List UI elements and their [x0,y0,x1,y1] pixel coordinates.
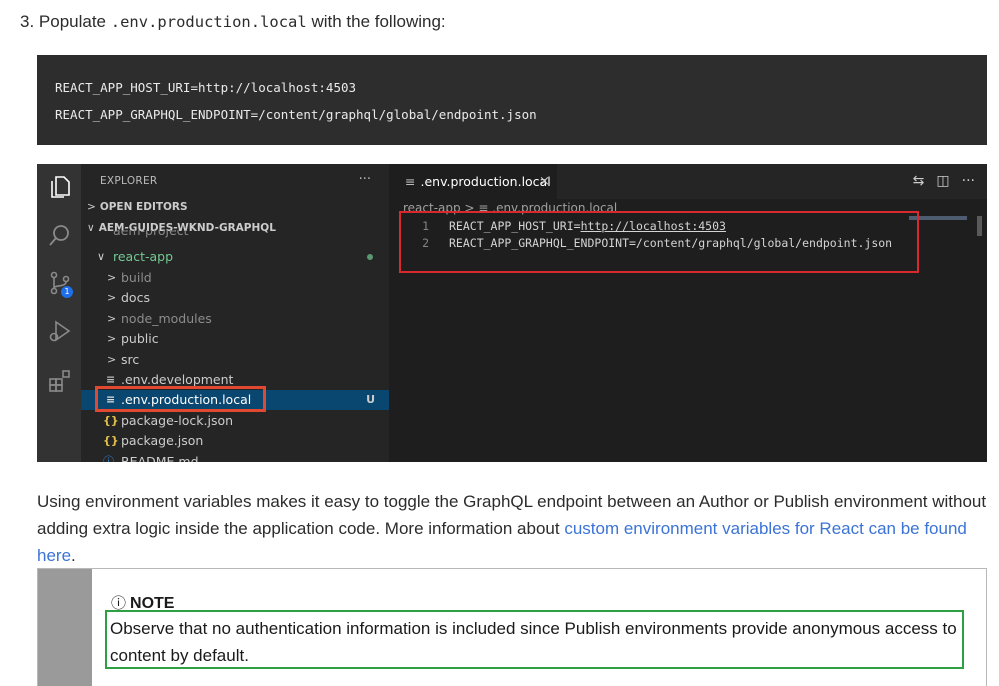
tree-item-public[interactable]: > public [81,329,389,349]
chevron-right-icon: > [107,291,117,304]
note-bar [38,569,92,686]
files-icon[interactable] [47,174,73,200]
tree-item-label: src [121,352,140,367]
tree-item-label: node_modules [121,311,212,326]
modified-dot-icon [367,254,373,260]
tree-item-label: package.json [121,433,204,448]
json-file-icon: {} [103,414,119,427]
json-file-icon: {} [103,434,119,447]
chevron-right-icon: > [107,353,117,366]
editor-highlight-box [399,211,919,273]
chevron-right-icon: > [87,201,96,213]
tree-item-label: package-lock.json [121,413,234,428]
tree-item-react-app[interactable]: ∨ react-app [81,247,389,267]
explorer-sidebar: EXPLORER ··· > OPEN EDITORS ∨ AEM-GUIDES-W… [81,164,389,462]
chevron-right-icon: > [107,271,117,284]
cut-off-label: aem-project [113,230,189,238]
untracked-badge: U [366,393,375,406]
tree-item-readme[interactable]: ⓘ README.md [81,452,389,462]
tree-item-package-json[interactable]: {} package.json [81,431,389,451]
code-block: REACT_APP_HOST_URI=http://localhost:4503… [37,55,987,145]
tree-item-node-modules[interactable]: > node_modules [81,309,389,329]
step-suffix: with the following: [306,12,446,31]
step-filename: .env.production.local [110,13,307,31]
tab-label: .env.production.local [420,174,551,189]
tree-item-src[interactable]: > src [81,350,389,370]
tree-item-label: docs [121,290,150,305]
extensions-icon[interactable] [47,368,73,394]
tree-item-build[interactable]: > build [81,268,389,288]
editor-scrollbar[interactable] [977,216,982,236]
tree-item-label: README.md [121,454,199,462]
split-editor-icon[interactable]: ◫ [936,173,949,189]
activity-bar: 1 [37,164,81,462]
tab-env-production-local[interactable]: ≡ .env.production.local × [389,164,557,199]
close-icon[interactable]: × [539,164,550,199]
tab-actions: ⇆ ◫ ··· [901,173,975,189]
open-editors-section[interactable]: > OPEN EDITORS [87,201,188,213]
chevron-down-icon: ∨ [97,250,106,263]
run-debug-icon[interactable] [47,318,73,344]
open-editors-label: OPEN EDITORS [99,201,188,213]
scm-badge: 1 [61,286,73,298]
tree-item-label: public [121,331,159,346]
vscode-screenshot: 1 EXPLORER ··· > OPEN EDITORS ∨ AEM-GUIDES… [37,164,987,462]
note-highlight-box [105,610,964,669]
lines-file-icon: ≡ [405,174,416,189]
tree-item-docs[interactable]: > docs [81,288,389,308]
editor-area: ≡ .env.production.local × ⇆ ◫ ··· react-app… [389,164,987,462]
more-actions-icon[interactable]: ··· [962,173,975,189]
paragraph-end: . [71,546,76,565]
chevron-right-icon: > [107,332,117,345]
step-prefix: 3. Populate [20,12,111,31]
body-paragraph: Using environment variables makes it eas… [37,488,992,569]
tree-item-package-lock[interactable]: {} package-lock.json [81,411,389,431]
tree-item-label: react-app [113,249,174,264]
tree-item-label: build [121,270,152,285]
compare-changes-icon[interactable]: ⇆ [913,173,925,189]
info-file-icon: ⓘ [103,455,114,462]
code-line-2: REACT_APP_GRAPHQL_ENDPOINT=/content/grap… [55,107,537,122]
cut-off-row: aem-project [81,230,389,242]
step-heading: 3. Populate .env.production.local with t… [20,12,446,32]
explorer-more-button[interactable]: ··· [359,172,371,187]
chevron-right-icon: > [107,312,117,325]
file-highlight-box [95,386,266,412]
code-line-1: REACT_APP_HOST_URI=http://localhost:4503 [55,80,357,95]
search-icon[interactable] [47,222,73,248]
tab-bar: ≡ .env.production.local × ⇆ ◫ ··· [389,164,987,199]
explorer-title: EXPLORER [100,175,158,187]
